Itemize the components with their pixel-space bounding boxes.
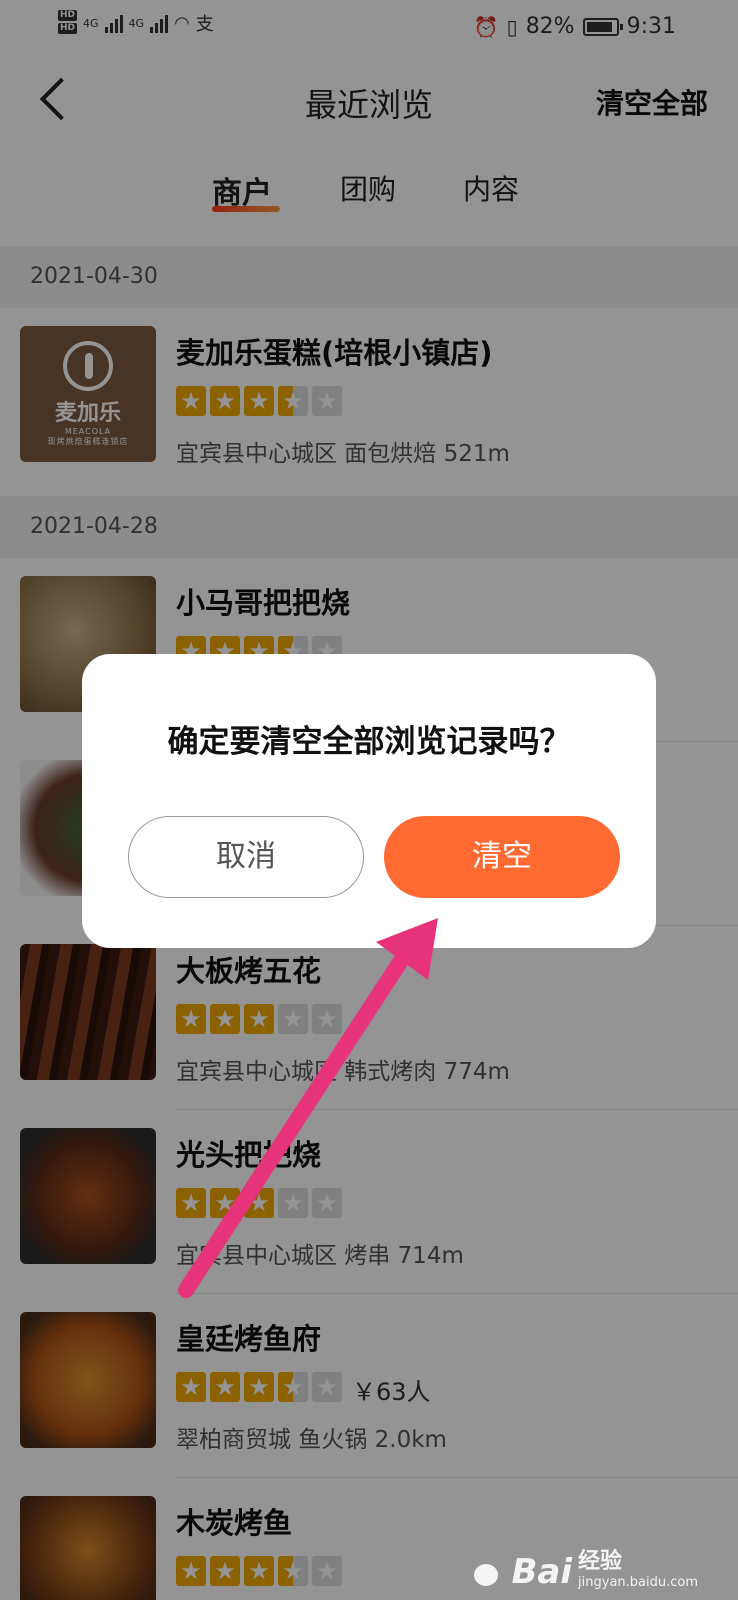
watermark-brand: Bai — [511, 1552, 573, 1592]
paw-icon — [466, 1550, 506, 1590]
watermark-text: 经验 jingyan.baidu.com — [578, 1543, 698, 1590]
baidu-jingyan-watermark: Bai 经验 jingyan.baidu.com — [466, 1543, 698, 1590]
confirm-dialog: 确定要清空全部浏览记录吗？ 取消 清空 — [82, 654, 656, 948]
watermark-url: jingyan.baidu.com — [578, 1575, 698, 1590]
watermark-cn: 经验 — [578, 1549, 623, 1574]
confirm-clear-button[interactable]: 清空 — [384, 816, 620, 898]
cancel-button[interactable]: 取消 — [128, 816, 364, 898]
dialog-title: 确定要清空全部浏览记录吗？ — [167, 724, 571, 760]
